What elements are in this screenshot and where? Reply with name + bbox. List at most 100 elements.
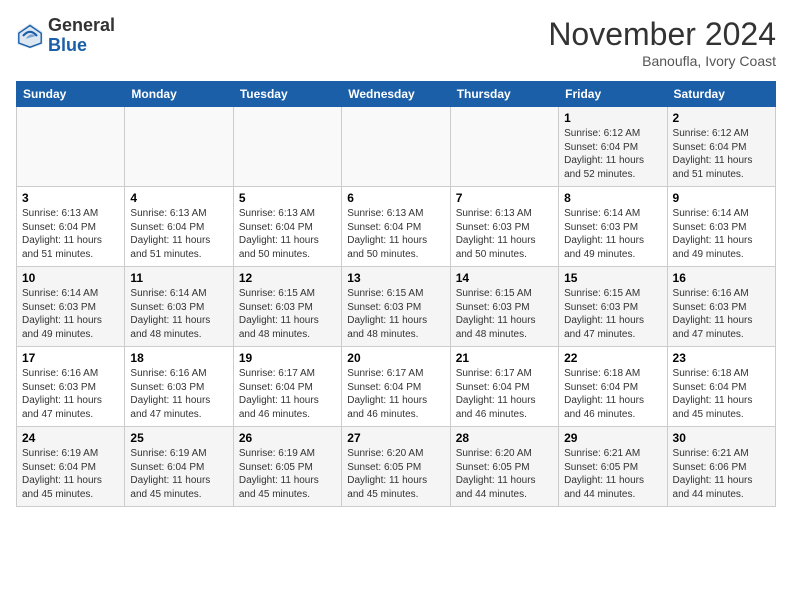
calendar-week-3: 17 Sunrise: 6:16 AM Sunset: 6:03 PM Dayli… — [17, 347, 776, 427]
day-number: 19 — [239, 351, 336, 365]
day-number: 27 — [347, 431, 444, 445]
calendar-week-0: 1 Sunrise: 6:12 AM Sunset: 6:04 PM Daylig… — [17, 107, 776, 187]
calendar-cell: 19 Sunrise: 6:17 AM Sunset: 6:04 PM Dayli… — [233, 347, 341, 427]
day-info: Sunrise: 6:14 AM Sunset: 6:03 PM Dayligh… — [22, 287, 119, 341]
calendar-cell: 22Sunrise: 6:18 AM Sunset: 6:04 PM Dayli… — [559, 347, 667, 427]
day-number: 21 — [456, 351, 553, 365]
day-info: Sunrise: 6:13 AM Sunset: 6:04 PM Dayligh… — [347, 207, 444, 261]
logo-icon — [16, 22, 44, 50]
title-area: November 2024 Banoufla, Ivory Coast — [548, 16, 776, 69]
calendar-week-4: 24Sunrise: 6:19 AM Sunset: 6:04 PM Dayli… — [17, 427, 776, 507]
calendar-cell: 25 Sunrise: 6:19 AM Sunset: 6:04 PM Dayli… — [125, 427, 233, 507]
day-number: 17 — [22, 351, 119, 365]
calendar-cell: 9 Sunrise: 6:14 AM Sunset: 6:03 PM Daylig… — [667, 187, 775, 267]
day-number: 28 — [456, 431, 553, 445]
day-number: 9 — [673, 191, 770, 205]
calendar-cell: 14 Sunrise: 6:15 AM Sunset: 6:03 PM Dayli… — [450, 267, 558, 347]
day-number: 6 — [347, 191, 444, 205]
calendar-table: Sunday Monday Tuesday Wednesday Thursday… — [16, 81, 776, 507]
calendar-cell: 18 Sunrise: 6:16 AM Sunset: 6:03 PM Dayli… — [125, 347, 233, 427]
day-info: Sunrise: 6:15 AM Sunset: 6:03 PM Dayligh… — [239, 287, 336, 341]
day-number: 30 — [673, 431, 770, 445]
day-info: Sunrise: 6:12 AM Sunset: 6:04 PM Dayligh… — [564, 127, 661, 181]
day-info: Sunrise: 6:14 AM Sunset: 6:03 PM Dayligh… — [564, 207, 661, 261]
calendar-cell — [17, 107, 125, 187]
day-number: 29 — [564, 431, 661, 445]
month-title: November 2024 — [548, 16, 776, 53]
day-info: Sunrise: 6:17 AM Sunset: 6:04 PM Dayligh… — [456, 367, 553, 421]
calendar-week-2: 10 Sunrise: 6:14 AM Sunset: 6:03 PM Dayli… — [17, 267, 776, 347]
col-saturday: Saturday — [667, 82, 775, 107]
day-number: 2 — [673, 111, 770, 125]
page-header: General Blue November 2024 Banoufla, Ivo… — [16, 16, 776, 69]
day-number: 23 — [673, 351, 770, 365]
logo-general: General — [48, 16, 115, 36]
calendar-cell: 13Sunrise: 6:15 AM Sunset: 6:03 PM Dayli… — [342, 267, 450, 347]
calendar-cell: 27 Sunrise: 6:20 AM Sunset: 6:05 PM Dayli… — [342, 427, 450, 507]
calendar-cell: 6 Sunrise: 6:13 AM Sunset: 6:04 PM Daylig… — [342, 187, 450, 267]
day-number: 22 — [564, 351, 661, 365]
calendar-cell — [342, 107, 450, 187]
calendar-cell: 15Sunrise: 6:15 AM Sunset: 6:03 PM Dayli… — [559, 267, 667, 347]
day-number: 11 — [130, 271, 227, 285]
logo-blue: Blue — [48, 36, 115, 56]
day-number: 15 — [564, 271, 661, 285]
day-info: Sunrise: 6:19 AM Sunset: 6:05 PM Dayligh… — [239, 447, 336, 501]
calendar-cell: 1 Sunrise: 6:12 AM Sunset: 6:04 PM Daylig… — [559, 107, 667, 187]
header-row: Sunday Monday Tuesday Wednesday Thursday… — [17, 82, 776, 107]
day-info: Sunrise: 6:14 AM Sunset: 6:03 PM Dayligh… — [673, 207, 770, 261]
day-info: Sunrise: 6:16 AM Sunset: 6:03 PM Dayligh… — [130, 367, 227, 421]
calendar-cell: 12 Sunrise: 6:15 AM Sunset: 6:03 PM Dayli… — [233, 267, 341, 347]
day-number: 8 — [564, 191, 661, 205]
logo: General Blue — [16, 16, 115, 56]
day-info: Sunrise: 6:13 AM Sunset: 6:03 PM Dayligh… — [456, 207, 553, 261]
calendar-cell: 26Sunrise: 6:19 AM Sunset: 6:05 PM Dayli… — [233, 427, 341, 507]
day-number: 10 — [22, 271, 119, 285]
calendar-cell: 8 Sunrise: 6:14 AM Sunset: 6:03 PM Daylig… — [559, 187, 667, 267]
day-number: 3 — [22, 191, 119, 205]
day-number: 25 — [130, 431, 227, 445]
day-info: Sunrise: 6:13 AM Sunset: 6:04 PM Dayligh… — [22, 207, 119, 261]
calendar-cell: 29Sunrise: 6:21 AM Sunset: 6:05 PM Dayli… — [559, 427, 667, 507]
calendar-cell: 16Sunrise: 6:16 AM Sunset: 6:03 PM Dayli… — [667, 267, 775, 347]
day-info: Sunrise: 6:17 AM Sunset: 6:04 PM Dayligh… — [239, 367, 336, 421]
calendar-cell: 7 Sunrise: 6:13 AM Sunset: 6:03 PM Daylig… — [450, 187, 558, 267]
day-info: Sunrise: 6:19 AM Sunset: 6:04 PM Dayligh… — [130, 447, 227, 501]
calendar-cell — [233, 107, 341, 187]
day-number: 20 — [347, 351, 444, 365]
day-info: Sunrise: 6:15 AM Sunset: 6:03 PM Dayligh… — [456, 287, 553, 341]
day-info: Sunrise: 6:13 AM Sunset: 6:04 PM Dayligh… — [130, 207, 227, 261]
day-info: Sunrise: 6:12 AM Sunset: 6:04 PM Dayligh… — [673, 127, 770, 181]
day-info: Sunrise: 6:14 AM Sunset: 6:03 PM Dayligh… — [130, 287, 227, 341]
day-number: 1 — [564, 111, 661, 125]
day-number: 4 — [130, 191, 227, 205]
calendar-body: 1 Sunrise: 6:12 AM Sunset: 6:04 PM Daylig… — [17, 107, 776, 507]
day-number: 13 — [347, 271, 444, 285]
col-monday: Monday — [125, 82, 233, 107]
calendar-cell — [125, 107, 233, 187]
day-number: 16 — [673, 271, 770, 285]
day-number: 14 — [456, 271, 553, 285]
day-info: Sunrise: 6:20 AM Sunset: 6:05 PM Dayligh… — [456, 447, 553, 501]
day-info: Sunrise: 6:17 AM Sunset: 6:04 PM Dayligh… — [347, 367, 444, 421]
day-info: Sunrise: 6:21 AM Sunset: 6:06 PM Dayligh… — [673, 447, 770, 501]
calendar-cell: 23Sunrise: 6:18 AM Sunset: 6:04 PM Dayli… — [667, 347, 775, 427]
calendar-cell: 4 Sunrise: 6:13 AM Sunset: 6:04 PM Daylig… — [125, 187, 233, 267]
calendar-cell: 30 Sunrise: 6:21 AM Sunset: 6:06 PM Dayli… — [667, 427, 775, 507]
calendar-week-1: 3 Sunrise: 6:13 AM Sunset: 6:04 PM Daylig… — [17, 187, 776, 267]
col-thursday: Thursday — [450, 82, 558, 107]
day-info: Sunrise: 6:20 AM Sunset: 6:05 PM Dayligh… — [347, 447, 444, 501]
calendar-cell — [450, 107, 558, 187]
day-number: 7 — [456, 191, 553, 205]
calendar-cell: 10 Sunrise: 6:14 AM Sunset: 6:03 PM Dayli… — [17, 267, 125, 347]
day-number: 12 — [239, 271, 336, 285]
calendar-cell: 24Sunrise: 6:19 AM Sunset: 6:04 PM Dayli… — [17, 427, 125, 507]
calendar-cell: 28 Sunrise: 6:20 AM Sunset: 6:05 PM Dayli… — [450, 427, 558, 507]
col-friday: Friday — [559, 82, 667, 107]
day-number: 5 — [239, 191, 336, 205]
day-info: Sunrise: 6:13 AM Sunset: 6:04 PM Dayligh… — [239, 207, 336, 261]
calendar-cell: 5 Sunrise: 6:13 AM Sunset: 6:04 PM Daylig… — [233, 187, 341, 267]
calendar-cell: 11 Sunrise: 6:14 AM Sunset: 6:03 PM Dayli… — [125, 267, 233, 347]
day-number: 18 — [130, 351, 227, 365]
col-tuesday: Tuesday — [233, 82, 341, 107]
